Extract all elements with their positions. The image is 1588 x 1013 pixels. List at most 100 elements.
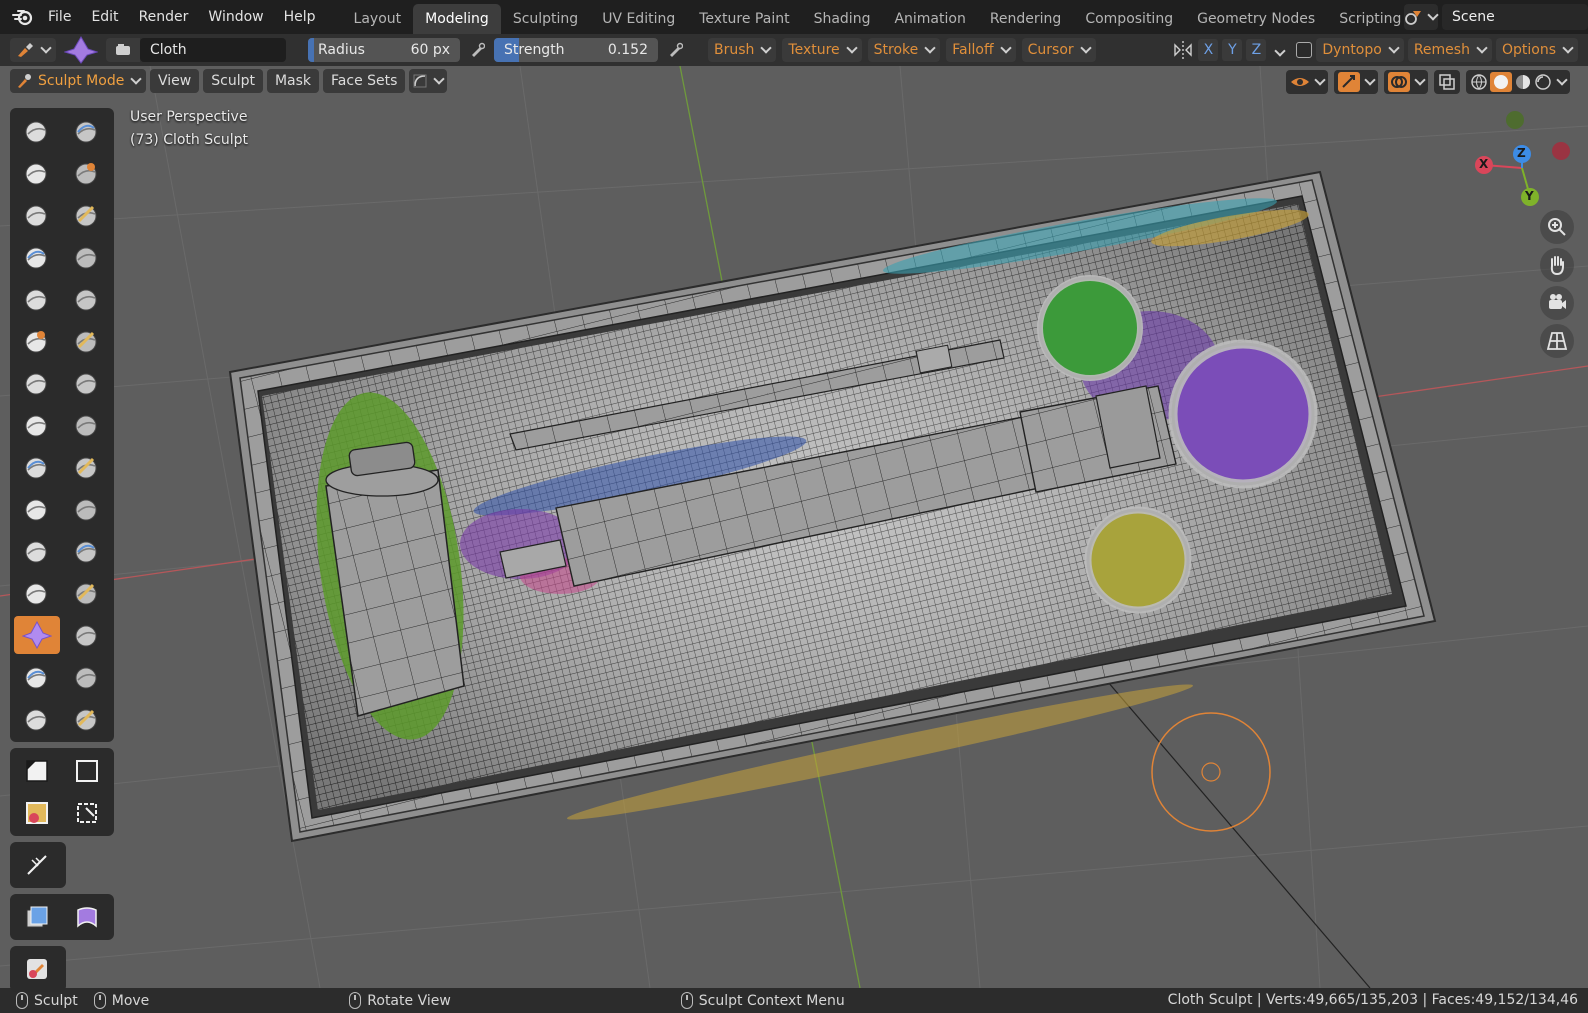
cursor-dropdown[interactable]: Cursor <box>1021 38 1096 62</box>
brush-name-field[interactable]: Cloth <box>140 38 286 62</box>
scene-browse-button[interactable] <box>1404 4 1439 30</box>
3d-viewport[interactable]: User Perspective (73) Cloth Sculpt <box>0 66 1588 988</box>
remesh-dropdown[interactable]: Remesh <box>1407 38 1492 62</box>
mask-menu[interactable]: Mask <box>266 69 320 93</box>
radius-slider[interactable]: Radius 60 px <box>308 38 460 62</box>
radius-pressure-toggle[interactable] <box>466 39 488 61</box>
snake-hook-brush-tool[interactable] <box>64 448 110 486</box>
pinch-brush-tool[interactable] <box>14 406 60 444</box>
sculpt-menu[interactable]: Sculpt <box>203 69 263 93</box>
clay-strips-brush-tool[interactable] <box>64 154 110 192</box>
blob-brush-tool[interactable] <box>64 238 110 276</box>
tab-compositing[interactable]: Compositing <box>1073 4 1185 34</box>
tool-selector[interactable] <box>10 38 56 62</box>
tab-texture-paint[interactable]: Texture Paint <box>687 4 801 34</box>
tab-geometry-nodes[interactable]: Geometry Nodes <box>1185 4 1327 34</box>
menu-edit[interactable]: Edit <box>81 4 128 30</box>
flatten-brush-tool[interactable] <box>14 322 60 360</box>
chevron-down-icon[interactable] <box>1556 74 1568 86</box>
tab-sculpting[interactable]: Sculpting <box>501 4 590 34</box>
tab-shading[interactable]: Shading <box>802 4 883 34</box>
inflate-brush-tool[interactable] <box>14 238 60 276</box>
tab-animation[interactable]: Animation <box>882 4 977 34</box>
tab-modeling[interactable]: Modeling <box>413 4 501 34</box>
solid-shading-icon[interactable] <box>1490 72 1512 92</box>
brush-dropdown[interactable]: Brush <box>708 38 777 62</box>
box-mask-tool[interactable] <box>14 752 60 790</box>
overlays-dropdown[interactable] <box>1384 70 1428 94</box>
clay-thumb-brush-tool[interactable] <box>14 196 60 234</box>
thumb-brush-tool[interactable] <box>14 490 60 528</box>
cloth-brush-preview-icon[interactable] <box>62 36 100 64</box>
box-face-set-tool[interactable] <box>14 794 60 832</box>
view-menu[interactable]: View <box>150 69 200 93</box>
mesh-filter-tool[interactable] <box>14 898 60 936</box>
draw-face-sets-brush-tool[interactable] <box>64 658 110 696</box>
mirror-z-toggle[interactable]: Z <box>1246 39 1267 61</box>
mask-brush-tool[interactable] <box>14 658 60 696</box>
cloth-filter-tool[interactable] <box>64 898 110 936</box>
rotate-brush-tool[interactable] <box>64 532 110 570</box>
menu-help[interactable]: Help <box>274 4 326 30</box>
box-trim-tool[interactable] <box>64 794 110 832</box>
face-sets-menu[interactable]: Face Sets <box>323 69 406 93</box>
navigation-gizmo[interactable]: X Z Y <box>1448 108 1578 218</box>
boundary-brush-tool[interactable] <box>64 574 110 612</box>
menu-window[interactable]: Window <box>198 4 273 30</box>
texture-dropdown[interactable]: Texture <box>782 38 862 62</box>
strength-slider[interactable]: Strength 0.152 <box>494 38 658 62</box>
camera-view-button[interactable] <box>1540 286 1574 320</box>
menu-render[interactable]: Render <box>129 4 199 30</box>
crease-brush-tool[interactable] <box>14 280 60 318</box>
options-dropdown[interactable]: Options <box>1495 38 1578 62</box>
wireframe-shading-icon[interactable] <box>1470 73 1488 91</box>
stroke-dropdown[interactable]: Stroke <box>867 38 941 62</box>
rendered-shading-icon[interactable] <box>1534 73 1552 91</box>
pan-button[interactable] <box>1540 248 1574 282</box>
scene-name-field[interactable]: Scene <box>1442 4 1588 30</box>
dyntopo-dropdown[interactable]: Dyntopo <box>1316 38 1404 62</box>
blender-logo-icon[interactable] <box>8 4 38 30</box>
material-shading-icon[interactable] <box>1514 73 1532 91</box>
elastic-deform-brush-tool[interactable] <box>14 448 60 486</box>
grab-brush-tool[interactable] <box>64 406 110 444</box>
scrape-brush-tool[interactable] <box>14 364 60 402</box>
zoom-button[interactable] <box>1540 210 1574 244</box>
annotate-tool[interactable] <box>14 950 60 988</box>
multires-displacement-smear-tool[interactable] <box>64 700 110 738</box>
box-hide-tool[interactable] <box>64 752 110 790</box>
mode-selector[interactable]: Sculpt Mode <box>10 69 146 93</box>
pose-brush-tool[interactable] <box>64 490 110 528</box>
tab-scripting[interactable]: Scripting <box>1327 4 1413 34</box>
visibility-dropdown[interactable] <box>1286 70 1328 94</box>
multiplane-scrape-brush-tool[interactable] <box>64 364 110 402</box>
strength-pressure-toggle[interactable] <box>664 39 686 61</box>
mirror-x-toggle[interactable]: X <box>1198 39 1219 61</box>
xray-toggle[interactable] <box>1434 70 1460 94</box>
perspective-toggle-button[interactable] <box>1540 324 1574 358</box>
chevron-down-icon[interactable] <box>1274 45 1287 57</box>
tab-uv-editing[interactable]: UV Editing <box>590 4 687 34</box>
draw-sharp-brush-tool[interactable] <box>64 112 110 150</box>
gizmo-neg-y-dot[interactable] <box>1506 111 1524 129</box>
symmetry-icon[interactable] <box>1172 39 1194 61</box>
gizmo-neg-x-dot[interactable] <box>1552 142 1570 160</box>
multires-displacement-eraser-tool[interactable] <box>14 700 60 738</box>
brush-browse-button[interactable] <box>106 38 140 62</box>
clay-brush-tool[interactable] <box>14 154 60 192</box>
gizmo-dropdown[interactable] <box>1334 70 1378 94</box>
line-project-tool[interactable] <box>14 846 60 884</box>
mirror-y-toggle[interactable]: Y <box>1222 39 1243 61</box>
smooth-brush-tool[interactable] <box>64 280 110 318</box>
layer-brush-tool[interactable] <box>64 196 110 234</box>
draw-brush-tool[interactable] <box>14 112 60 150</box>
slide-relax-brush-tool[interactable] <box>14 574 60 612</box>
nudge-brush-tool[interactable] <box>14 532 60 570</box>
falloff-dropdown[interactable]: Falloff <box>946 38 1016 62</box>
cloth-brush-tool[interactable] <box>14 616 60 654</box>
tab-rendering[interactable]: Rendering <box>978 4 1074 34</box>
menu-file[interactable]: File <box>38 4 81 30</box>
simplify-brush-tool[interactable] <box>64 616 110 654</box>
curve-options-button[interactable] <box>409 69 448 93</box>
tab-layout[interactable]: Layout <box>342 4 414 34</box>
